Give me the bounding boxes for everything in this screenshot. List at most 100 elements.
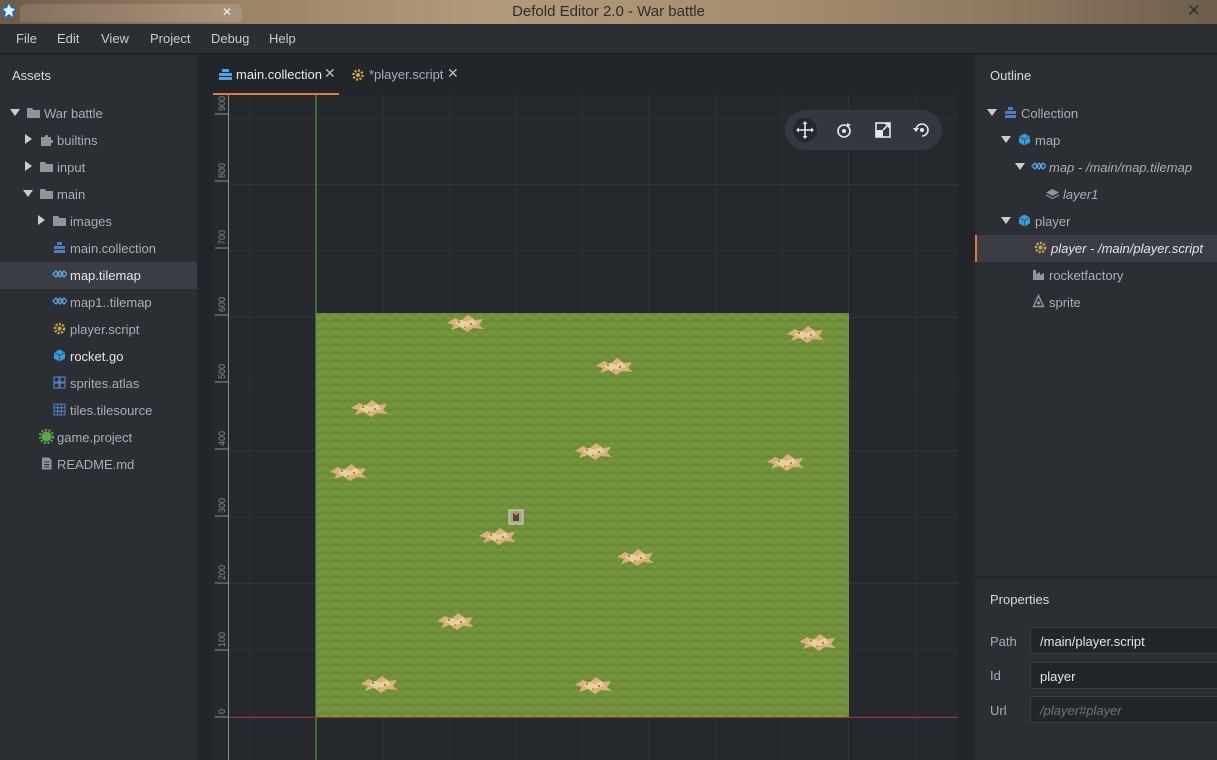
asset-label: game.project xyxy=(57,430,133,445)
collection-icon xyxy=(1005,107,1016,118)
asset-item[interactable]: player.script xyxy=(0,316,197,343)
outline-item[interactable]: player - /main/player.script xyxy=(975,235,1217,262)
move-icon xyxy=(796,121,814,139)
menu-file[interactable]: File xyxy=(16,31,37,46)
player-sprite[interactable] xyxy=(508,509,524,525)
asset-label: map1..tilemap xyxy=(70,295,152,310)
properties-header: Properties xyxy=(990,592,1050,607)
outline-item[interactable]: sprite xyxy=(975,289,1217,316)
asset-item[interactable]: game.project xyxy=(0,424,197,451)
asset-item[interactable]: tiles.tilesource xyxy=(0,397,197,424)
vertical-ruler xyxy=(213,95,229,760)
window-close-icon[interactable]: ✕ xyxy=(1187,1,1201,21)
tab-close-icon[interactable]: ✕ xyxy=(447,65,459,82)
asset-item[interactable]: builtins xyxy=(0,127,197,154)
ruler-tick-label: 500 xyxy=(217,364,227,379)
path-field[interactable]: /main/player.script xyxy=(1030,627,1217,654)
outline-header: Outline xyxy=(990,68,1032,83)
ruler-tick-label: 200 xyxy=(217,565,227,580)
asset-item[interactable]: main.collection xyxy=(0,235,197,262)
outline-item[interactable]: Collection xyxy=(975,100,1217,127)
outline-item[interactable]: layer1 xyxy=(975,181,1217,208)
asset-label: player.script xyxy=(70,322,140,337)
tab-main-collection[interactable]: main.collection ✕ xyxy=(213,55,339,95)
menu-bar: File Edit View Project Debug Help xyxy=(0,24,1217,54)
menu-project[interactable]: Project xyxy=(150,31,190,46)
asset-label: War battle xyxy=(44,106,103,121)
ruler-tick-label: 0 xyxy=(217,709,227,714)
asset-label: main xyxy=(57,187,86,202)
asset-item[interactable]: War battle xyxy=(0,100,197,127)
outline-item[interactable]: map xyxy=(975,127,1217,154)
asset-item[interactable]: README.md xyxy=(0,451,197,478)
asset-item[interactable]: rocket.go xyxy=(0,343,197,370)
collection-icon xyxy=(219,69,232,80)
rotate-tool-button[interactable] xyxy=(832,118,856,142)
asset-label: images xyxy=(70,214,112,229)
gear-icon xyxy=(352,69,364,81)
tilemap-icon xyxy=(52,270,67,278)
asset-item[interactable]: main xyxy=(0,181,197,208)
outline-item[interactable]: rocketfactory xyxy=(975,262,1217,289)
id-field[interactable]: player xyxy=(1030,662,1217,689)
folder-icon xyxy=(53,216,66,226)
chevron-down-icon[interactable] xyxy=(1001,134,1011,144)
tab-player-script-label: *player.script xyxy=(369,67,444,82)
outline-label: sprite xyxy=(1049,295,1081,310)
move-tool-button[interactable] xyxy=(793,118,817,142)
outline-label: player xyxy=(1035,214,1071,229)
chevron-right-icon[interactable] xyxy=(23,134,33,144)
tab-player-script[interactable]: *player.script ✕ xyxy=(348,55,468,95)
chevron-down-icon[interactable] xyxy=(1001,215,1011,225)
url-field[interactable]: /player#player xyxy=(1030,696,1217,723)
asset-item[interactable]: sprites.atlas xyxy=(0,370,197,397)
menu-view[interactable]: View xyxy=(101,31,129,46)
asset-item[interactable]: images xyxy=(0,208,197,235)
asset-label: map.tilemap xyxy=(70,268,141,283)
tilemap-grass[interactable] xyxy=(316,313,849,718)
panel-splitter-right[interactable] xyxy=(958,55,975,760)
asset-label: main.collection xyxy=(70,241,156,256)
outline-label: rocketfactory xyxy=(1049,268,1124,283)
panel-splitter-left[interactable] xyxy=(197,55,213,760)
chevron-down-icon[interactable] xyxy=(1015,161,1025,171)
asset-item[interactable]: map.tilemap xyxy=(0,262,197,289)
atlas-icon xyxy=(53,376,66,389)
chevron-down-icon[interactable] xyxy=(987,107,997,117)
menu-debug[interactable]: Debug xyxy=(211,31,249,46)
scale-tool-button[interactable] xyxy=(871,118,895,142)
outline-label: Collection xyxy=(1021,106,1079,121)
outline-label: map - /main/map.tilemap xyxy=(1049,160,1193,175)
ruler-tick-label: 300 xyxy=(217,498,227,513)
asset-label: sprites.atlas xyxy=(70,376,140,391)
cube-icon xyxy=(53,349,66,362)
tilesource-icon xyxy=(53,403,66,416)
title-bar: ✕ Defold Editor 2.0 - War battle ✕ xyxy=(0,0,1217,24)
folder-icon xyxy=(40,162,53,172)
asset-item[interactable]: input xyxy=(0,154,197,181)
asset-item[interactable]: map1..tilemap xyxy=(0,289,197,316)
ruler-tick-label: 100 xyxy=(217,632,227,647)
scene-canvas[interactable]: 900 800 700 600 500 400 300 200 100 0 xyxy=(213,95,958,760)
tab-close-icon[interactable]: ✕ xyxy=(324,65,336,82)
tilemap-icon xyxy=(1031,162,1046,170)
outline-item[interactable]: player xyxy=(975,208,1217,235)
url-label: Url xyxy=(990,703,1007,718)
menu-help[interactable]: Help xyxy=(269,31,296,46)
puzzle-icon xyxy=(41,134,54,146)
chevron-right-icon[interactable] xyxy=(36,215,46,225)
chevron-right-icon[interactable] xyxy=(23,161,33,171)
chevron-down-icon[interactable] xyxy=(23,188,33,198)
chevron-down-icon[interactable] xyxy=(10,107,20,117)
menu-edit[interactable]: Edit xyxy=(57,31,79,46)
scale-icon xyxy=(875,122,891,138)
reset-camera-button[interactable] xyxy=(910,118,934,142)
outline-label: layer1 xyxy=(1063,187,1099,202)
tab-main-collection-label: main.collection xyxy=(236,67,322,82)
asset-label: README.md xyxy=(57,457,135,472)
outline-item[interactable]: map - /main/map.tilemap xyxy=(975,154,1217,181)
asset-label: tiles.tilesource xyxy=(70,403,153,418)
id-label: Id xyxy=(990,668,1001,683)
scene-viewport[interactable]: 900 800 700 600 500 400 300 200 100 0 xyxy=(213,95,958,760)
window-title: Defold Editor 2.0 - War battle xyxy=(512,3,705,20)
